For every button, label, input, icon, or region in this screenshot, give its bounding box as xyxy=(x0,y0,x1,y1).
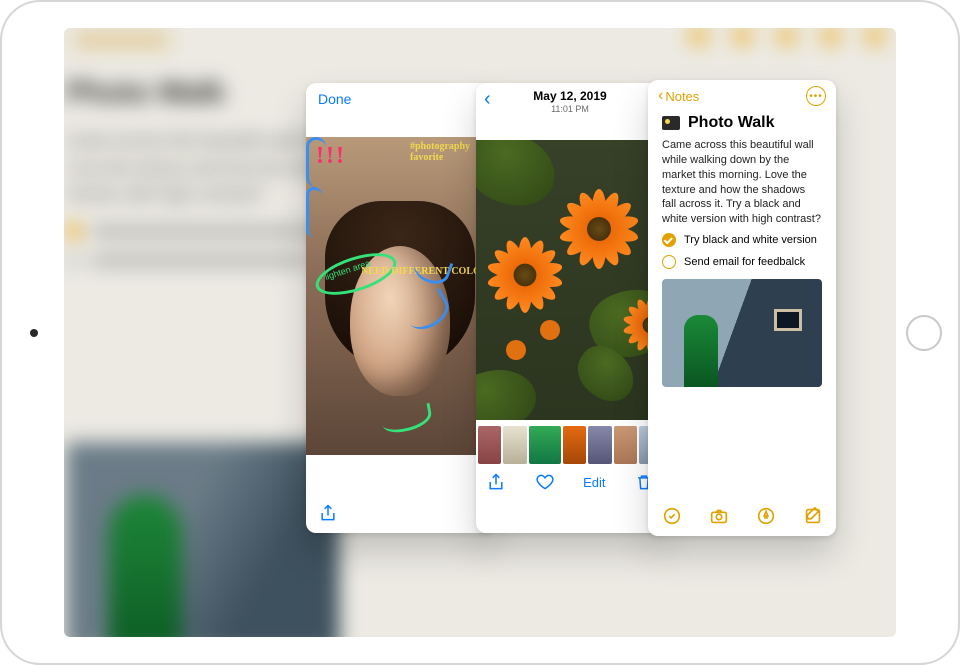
thumbnail[interactable] xyxy=(529,426,562,464)
markup-icon[interactable] xyxy=(755,505,777,527)
favorite-icon[interactable] xyxy=(535,472,555,492)
annotation-exclaim: !!! xyxy=(316,143,346,170)
note-title: Photo Walk xyxy=(688,114,775,132)
edit-button[interactable]: Edit xyxy=(583,475,605,490)
annotation-favorite: #photography favorite xyxy=(410,141,482,163)
home-button[interactable] xyxy=(906,315,942,351)
checklist-item[interactable]: Send email for feedbalck xyxy=(648,251,836,273)
ipad-frame: Photo Walk Came across this beautiful wa… xyxy=(0,0,960,665)
share-icon[interactable] xyxy=(486,472,506,492)
checklist-label: Send email for feedbalck xyxy=(684,256,805,268)
app-switcher[interactable]: Mail Done !!! #photography favorite ligh… xyxy=(64,28,896,637)
thumbnail[interactable] xyxy=(478,426,501,464)
screen: Photo Walk Came across this beautiful wa… xyxy=(64,28,896,637)
compose-icon[interactable] xyxy=(802,505,824,527)
photo-preview[interactable] xyxy=(476,140,664,420)
thumbnail[interactable] xyxy=(503,426,526,464)
annotation-scribble xyxy=(306,187,322,237)
mail-markup-canvas[interactable]: !!! #photography favorite lighten area N… xyxy=(306,137,494,455)
photo-date: May 12, 2019 xyxy=(476,89,664,103)
checkbox-unchecked-icon[interactable] xyxy=(662,255,676,269)
checklist-icon[interactable] xyxy=(661,505,683,527)
thumbnail-selected[interactable] xyxy=(563,426,586,464)
more-icon[interactable]: ••• xyxy=(806,86,826,106)
checklist-item[interactable]: Try black and white version xyxy=(648,229,836,251)
share-icon[interactable] xyxy=(318,503,338,523)
notes-back-button[interactable]: ‹Notes xyxy=(658,87,699,105)
camera-icon[interactable] xyxy=(708,505,730,527)
checkbox-checked-icon[interactable] xyxy=(662,233,676,247)
thumbnail[interactable] xyxy=(588,426,611,464)
app-card-notes[interactable]: Notes ‹Notes ••• Photo Walk Came across … xyxy=(648,80,836,536)
front-camera xyxy=(30,329,38,337)
photo-time: 11:01 PM xyxy=(476,104,664,114)
app-card-mail[interactable]: Mail Done !!! #photography favorite ligh… xyxy=(306,83,494,533)
app-card-photos[interactable]: Photos ‹ May 12, 2019 11:01 PM xyxy=(476,83,664,533)
back-button[interactable]: ‹ xyxy=(484,89,491,109)
annotation-scribble xyxy=(380,403,433,435)
note-attached-photo[interactable] xyxy=(662,279,822,387)
checklist-label: Try black and white version xyxy=(684,234,817,246)
image-icon xyxy=(662,116,680,130)
done-button[interactable]: Done xyxy=(318,91,351,107)
note-body: Came across this beautiful wall while wa… xyxy=(648,136,836,229)
photo-thumbnail-strip[interactable] xyxy=(476,426,664,464)
thumbnail[interactable] xyxy=(614,426,637,464)
